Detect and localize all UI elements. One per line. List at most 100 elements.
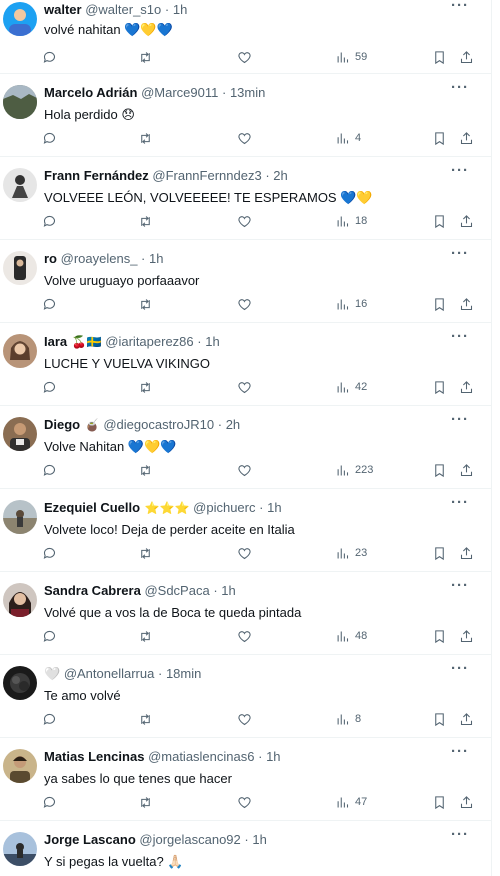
more-icon[interactable]: [451, 830, 469, 840]
reply-item[interactable]: Marcelo Adrián @Marce9011 · 13min Hola p…: [0, 74, 491, 157]
share-button[interactable]: [459, 627, 474, 645]
more-icon[interactable]: [451, 415, 469, 425]
share-button[interactable]: [459, 544, 474, 562]
share-button[interactable]: [459, 793, 474, 811]
views-button[interactable]: 18: [335, 212, 367, 230]
reply-item[interactable]: walter @walter_s1o · 1h volvé nahitan 💙💛…: [0, 0, 491, 74]
bookmark-button[interactable]: [432, 212, 447, 230]
timestamp[interactable]: 1h: [149, 251, 163, 266]
retweet-button[interactable]: [138, 461, 153, 479]
views-button[interactable]: 4: [335, 129, 361, 147]
bookmark-button[interactable]: [432, 627, 447, 645]
retweet-button[interactable]: [138, 793, 153, 811]
author-handle[interactable]: @roayelens_: [61, 251, 138, 266]
bookmark-button[interactable]: [432, 48, 447, 66]
retweet-button[interactable]: [138, 378, 153, 396]
timestamp[interactable]: 1h: [266, 749, 280, 764]
share-button[interactable]: [459, 48, 474, 66]
author-name[interactable]: walter: [44, 2, 82, 17]
share-button[interactable]: [459, 295, 474, 313]
reply-button[interactable]: [42, 793, 57, 811]
reply-button[interactable]: [42, 710, 57, 728]
like-button[interactable]: [237, 710, 252, 728]
timestamp[interactable]: 1h: [205, 334, 219, 349]
timestamp[interactable]: 2h: [273, 168, 287, 183]
avatar[interactable]: [3, 2, 37, 36]
author-name[interactable]: Matias Lencinas: [44, 749, 144, 764]
timestamp[interactable]: 1h: [267, 500, 281, 515]
retweet-button[interactable]: [138, 129, 153, 147]
more-icon[interactable]: [451, 83, 469, 93]
more-icon[interactable]: [451, 498, 469, 508]
views-button[interactable]: 8: [335, 710, 361, 728]
author-handle[interactable]: @Marce9011: [141, 85, 218, 100]
reply-item[interactable]: Diego 🧉 @diegocastroJR10 · 2h Volve Nahi…: [0, 406, 491, 489]
views-button[interactable]: 16: [335, 295, 367, 313]
author-handle[interactable]: @iaritaperez86: [105, 334, 193, 349]
author-name[interactable]: ro: [44, 251, 57, 266]
reply-item[interactable]: Sandra Cabrera @SdcPaca · 1h Volvé que a…: [0, 572, 491, 655]
avatar[interactable]: [3, 832, 37, 866]
retweet-button[interactable]: [138, 48, 153, 66]
avatar[interactable]: [3, 749, 37, 783]
bookmark-button[interactable]: [432, 295, 447, 313]
like-button[interactable]: [237, 793, 252, 811]
avatar[interactable]: [3, 85, 37, 119]
retweet-button[interactable]: [138, 627, 153, 645]
author-handle[interactable]: @Antonellarrua: [64, 666, 155, 681]
like-button[interactable]: [237, 378, 252, 396]
avatar[interactable]: [3, 417, 37, 451]
reply-item[interactable]: ro @roayelens_ · 1h Volve uruguayo porfa…: [0, 240, 491, 323]
more-icon[interactable]: [451, 249, 469, 259]
bookmark-button[interactable]: [432, 793, 447, 811]
like-button[interactable]: [237, 461, 252, 479]
author-name[interactable]: Iara: [44, 334, 67, 349]
author-name[interactable]: Ezequiel Cuello: [44, 500, 140, 515]
timestamp[interactable]: 1h: [173, 2, 187, 17]
author-name[interactable]: Diego: [44, 417, 80, 432]
reply-item[interactable]: Iara 🍒🇸🇪 @iaritaperez86 · 1h LUCHE Y VUE…: [0, 323, 491, 406]
author-handle[interactable]: @SdcPaca: [144, 583, 209, 598]
share-button[interactable]: [459, 378, 474, 396]
reply-button[interactable]: [42, 627, 57, 645]
avatar[interactable]: [3, 334, 37, 368]
timestamp[interactable]: 1h: [221, 583, 235, 598]
more-icon[interactable]: [451, 1, 469, 11]
reply-button[interactable]: [42, 461, 57, 479]
share-button[interactable]: [459, 461, 474, 479]
like-button[interactable]: [237, 212, 252, 230]
timestamp[interactable]: 18min: [166, 666, 201, 681]
timestamp[interactable]: 2h: [226, 417, 240, 432]
bookmark-button[interactable]: [432, 710, 447, 728]
more-icon[interactable]: [451, 581, 469, 591]
retweet-button[interactable]: [138, 295, 153, 313]
like-button[interactable]: [237, 48, 252, 66]
author-name[interactable]: Sandra Cabrera: [44, 583, 141, 598]
views-button[interactable]: 42: [335, 378, 367, 396]
author-handle[interactable]: @jorgelascano92: [139, 832, 240, 847]
more-icon[interactable]: [451, 664, 469, 674]
timestamp[interactable]: 13min: [230, 85, 265, 100]
views-button[interactable]: 59: [335, 48, 367, 66]
like-button[interactable]: [237, 129, 252, 147]
author-name[interactable]: 🤍: [44, 666, 60, 681]
share-button[interactable]: [459, 710, 474, 728]
like-button[interactable]: [237, 627, 252, 645]
bookmark-button[interactable]: [432, 378, 447, 396]
author-name[interactable]: Jorge Lascano: [44, 832, 136, 847]
author-handle[interactable]: @diegocastroJR10: [103, 417, 214, 432]
share-button[interactable]: [459, 212, 474, 230]
author-handle[interactable]: @matiaslencinas6: [148, 749, 254, 764]
like-button[interactable]: [237, 295, 252, 313]
more-icon[interactable]: [451, 747, 469, 757]
avatar[interactable]: [3, 500, 37, 534]
retweet-button[interactable]: [138, 544, 153, 562]
reply-button[interactable]: [42, 48, 57, 66]
avatar[interactable]: [3, 666, 37, 700]
reply-button[interactable]: [42, 544, 57, 562]
views-button[interactable]: 47: [335, 793, 367, 811]
bookmark-button[interactable]: [432, 129, 447, 147]
avatar[interactable]: [3, 168, 37, 202]
author-name[interactable]: Frann Fernández: [44, 168, 149, 183]
avatar[interactable]: [3, 583, 37, 617]
